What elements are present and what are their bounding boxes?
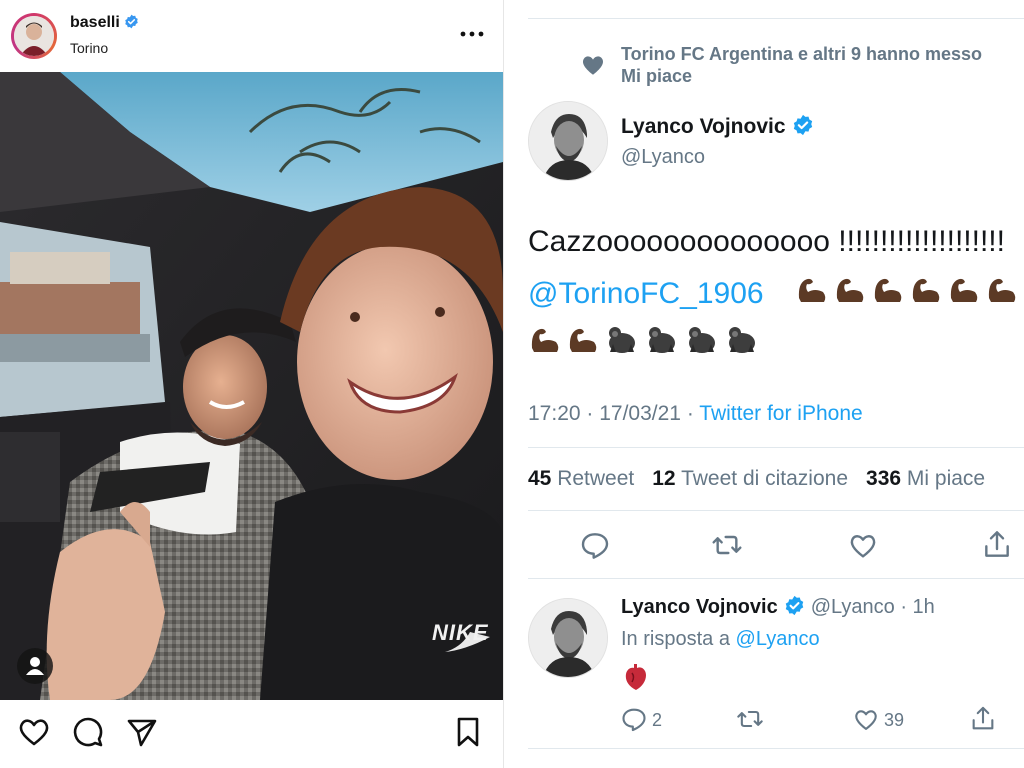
flexed-biceps-emoji bbox=[985, 272, 1019, 306]
author-handle[interactable]: @Lyanco bbox=[621, 146, 705, 169]
flexed-biceps-emoji bbox=[795, 272, 829, 306]
location-link[interactable]: Torino bbox=[70, 40, 108, 56]
tagged-user-icon[interactable] bbox=[17, 648, 53, 684]
reply-author-name-text[interactable]: Lyanco Vojnovic bbox=[621, 596, 778, 618]
retweets-count: 45 bbox=[528, 467, 552, 490]
emoji-row-biceps bbox=[795, 272, 1019, 306]
gorilla-emoji bbox=[604, 322, 640, 356]
meta-dot: · bbox=[894, 596, 913, 618]
retweet-icon[interactable] bbox=[711, 529, 743, 561]
like-count: 39 bbox=[884, 710, 905, 730]
flexed-biceps-emoji bbox=[528, 322, 562, 356]
comment-icon[interactable] bbox=[70, 714, 106, 750]
liked-by-text[interactable]: Torino FC Argentina e altri 9 hanno mess… bbox=[621, 42, 1024, 66]
reply-icon[interactable] bbox=[579, 529, 611, 561]
post-actions-bar bbox=[0, 700, 503, 768]
verified-badge-icon bbox=[792, 114, 814, 142]
retweets-label: Retweet bbox=[557, 467, 635, 490]
heart-icon bbox=[580, 52, 606, 78]
quotes-label: Tweet di citazione bbox=[681, 467, 849, 490]
post-header: baselli Torino bbox=[0, 0, 503, 72]
like-icon[interactable] bbox=[852, 705, 880, 733]
tweet-metadata: 17:20 · 17/03/21 · Twitter for iPhone bbox=[528, 402, 863, 426]
tweet-date[interactable]: 17/03/21 bbox=[599, 402, 681, 425]
divider bbox=[528, 510, 1024, 511]
divider bbox=[528, 578, 1024, 579]
quotes-stat[interactable]: 12 Tweet di citazione bbox=[652, 467, 848, 490]
more-options-icon[interactable] bbox=[458, 24, 486, 44]
gorilla-emoji bbox=[684, 322, 720, 356]
reply-author-avatar[interactable] bbox=[528, 598, 608, 678]
brand-logo: NIKE bbox=[432, 620, 489, 645]
profile-avatar[interactable] bbox=[11, 13, 57, 59]
reply-author-handle[interactable]: @Lyanco bbox=[811, 596, 895, 618]
verified-badge-icon bbox=[124, 14, 139, 34]
author-name-text[interactable]: Lyanco Vojnovic bbox=[621, 115, 786, 138]
in-reply-to-line: In risposta a @Lyanco bbox=[621, 628, 820, 651]
tweet-source-link[interactable]: Twitter for iPhone bbox=[699, 402, 862, 425]
like-icon[interactable] bbox=[847, 529, 879, 561]
in-reply-to-prefix: In risposta a bbox=[621, 628, 730, 650]
save-bookmark-icon[interactable] bbox=[450, 714, 486, 750]
anatomical-heart-emoji bbox=[623, 662, 649, 697]
tweet-time[interactable]: 17:20 bbox=[528, 402, 581, 425]
share-icon[interactable] bbox=[981, 529, 1013, 561]
in-reply-to-handle[interactable]: @Lyanco bbox=[736, 628, 820, 650]
verified-badge-icon bbox=[784, 595, 805, 622]
flexed-biceps-emoji bbox=[566, 322, 600, 356]
reply-icon[interactable] bbox=[620, 705, 648, 733]
username[interactable]: baselli bbox=[70, 14, 139, 34]
divider bbox=[528, 748, 1024, 749]
meta-separator: · bbox=[680, 402, 700, 425]
flexed-biceps-emoji bbox=[947, 272, 981, 306]
divider bbox=[528, 447, 1024, 448]
like-heart-icon[interactable] bbox=[16, 714, 52, 750]
author-name[interactable]: Lyanco Vojnovic bbox=[621, 114, 814, 142]
flexed-biceps-emoji bbox=[833, 272, 867, 306]
tweet-text-line1: Cazzoooooooooooooo !!!!!!!!!!!!!!!!!!!! bbox=[528, 225, 1005, 258]
gorilla-emoji bbox=[644, 322, 680, 356]
username-text[interactable]: baselli bbox=[70, 14, 120, 31]
post-photo[interactable]: NIKE bbox=[0, 72, 503, 700]
liked-by-text-line2[interactable]: Mi piace bbox=[621, 66, 692, 87]
emoji-row-mixed bbox=[528, 322, 760, 356]
reply-count: 2 bbox=[652, 710, 663, 730]
instagram-post: baselli Torino NIKE bbox=[0, 0, 503, 768]
likes-label: Mi piace bbox=[906, 467, 986, 490]
reply-time-ago[interactable]: 1h bbox=[913, 596, 935, 618]
gorilla-emoji bbox=[724, 322, 760, 356]
likes-stat[interactable]: 336 Mi piace bbox=[866, 467, 985, 490]
divider bbox=[528, 18, 1024, 19]
quotes-count: 12 bbox=[652, 467, 676, 490]
flexed-biceps-emoji bbox=[871, 272, 905, 306]
likes-count: 336 bbox=[866, 467, 902, 490]
twitter-thread: Torino FC Argentina e altri 9 hanno mess… bbox=[503, 0, 1024, 768]
reply-author-name[interactable]: Lyanco Vojnovic @Lyanco · 1h bbox=[621, 595, 935, 622]
meta-separator: · bbox=[580, 402, 600, 425]
retweet-icon[interactable] bbox=[736, 705, 764, 733]
retweets-stat[interactable]: 45 Retweet bbox=[528, 467, 634, 490]
tweet-stats: 45 Retweet 12 Tweet di citazione 336 Mi pi… bbox=[528, 467, 985, 491]
flexed-biceps-emoji bbox=[909, 272, 943, 306]
author-avatar[interactable] bbox=[528, 101, 608, 181]
share-icon[interactable] bbox=[969, 705, 997, 733]
share-direct-icon[interactable] bbox=[124, 714, 160, 750]
